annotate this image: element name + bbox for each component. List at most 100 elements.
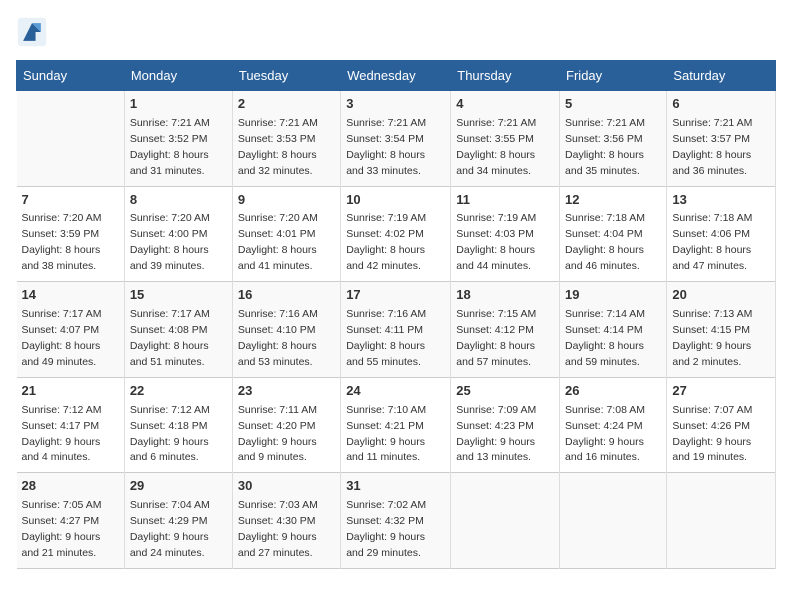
week-row-2: 7Sunrise: 7:20 AMSunset: 3:59 PMDaylight… (17, 186, 776, 282)
day-cell: 22 Sunrise: 7:12 AMSunset: 4:18 PMDayligh… (124, 377, 232, 473)
day-cell: 6 Sunrise: 7:21 AMSunset: 3:57 PMDaylight… (667, 91, 776, 187)
day-cell: 9 Sunrise: 7:20 AMSunset: 4:01 PMDaylight… (232, 186, 340, 282)
day-info: Sunrise: 7:21 AMSunset: 3:54 PMDaylight:… (346, 117, 426, 177)
day-info: Sunrise: 7:11 AMSunset: 4:20 PMDaylight:… (238, 404, 317, 464)
day-cell: 10 Sunrise: 7:19 AMSunset: 4:02 PMDayligh… (341, 186, 451, 282)
day-number: 26 (565, 382, 661, 401)
logo (16, 16, 54, 48)
day-info: Sunrise: 7:17 AMSunset: 4:07 PMDaylight:… (22, 308, 102, 368)
day-number: 19 (565, 286, 661, 305)
day-info: Sunrise: 7:13 AMSunset: 4:15 PMDaylight:… (672, 308, 752, 368)
day-number: 27 (672, 382, 770, 401)
day-info: Sunrise: 7:08 AMSunset: 4:24 PMDaylight:… (565, 404, 645, 464)
day-cell: 14 Sunrise: 7:17 AMSunset: 4:07 PMDayligh… (17, 282, 125, 378)
day-number: 17 (346, 286, 445, 305)
day-cell: 12Sunrise: 7:18 AMSunset: 4:04 PMDayligh… (560, 186, 667, 282)
day-info: Sunrise: 7:20 AMSunset: 4:01 PMDaylight:… (238, 212, 318, 272)
day-info: Sunrise: 7:21 AMSunset: 3:57 PMDaylight:… (672, 117, 752, 177)
day-info: Sunrise: 7:21 AMSunset: 3:55 PMDaylight:… (456, 117, 536, 177)
day-cell: 1 Sunrise: 7:21 AMSunset: 3:52 PMDaylight… (124, 91, 232, 187)
day-cell: 29 Sunrise: 7:04 AMSunset: 4:29 PMDayligh… (124, 473, 232, 569)
week-row-1: 1 Sunrise: 7:21 AMSunset: 3:52 PMDaylight… (17, 91, 776, 187)
day-info: Sunrise: 7:16 AMSunset: 4:11 PMDaylight:… (346, 308, 426, 368)
day-info: Sunrise: 7:17 AMSunset: 4:08 PMDaylight:… (130, 308, 210, 368)
day-number: 31 (346, 477, 445, 496)
day-info: Sunrise: 7:10 AMSunset: 4:21 PMDaylight:… (346, 404, 426, 464)
header-row: SundayMondayTuesdayWednesdayThursdayFrid… (17, 61, 776, 91)
day-cell: 19 Sunrise: 7:14 AMSunset: 4:14 PMDayligh… (560, 282, 667, 378)
day-cell: 18 Sunrise: 7:15 AMSunset: 4:12 PMDayligh… (451, 282, 560, 378)
day-cell: 4 Sunrise: 7:21 AMSunset: 3:55 PMDaylight… (451, 91, 560, 187)
header-day-monday: Monday (124, 61, 232, 91)
day-number: 22 (130, 382, 227, 401)
day-cell: 31 Sunrise: 7:02 AMSunset: 4:32 PMDayligh… (341, 473, 451, 569)
day-info: Sunrise: 7:21 AMSunset: 3:53 PMDaylight:… (238, 117, 318, 177)
header-day-sunday: Sunday (17, 61, 125, 91)
day-cell: 24Sunrise: 7:10 AMSunset: 4:21 PMDayligh… (341, 377, 451, 473)
day-cell: 20 Sunrise: 7:13 AMSunset: 4:15 PMDayligh… (667, 282, 776, 378)
day-number: 5 (565, 95, 661, 114)
header-day-friday: Friday (560, 61, 667, 91)
day-info: Sunrise: 7:18 AMSunset: 4:06 PMDaylight:… (672, 212, 752, 272)
day-number: 8 (130, 191, 227, 210)
day-cell: 15 Sunrise: 7:17 AMSunset: 4:08 PMDayligh… (124, 282, 232, 378)
calendar-table: SundayMondayTuesdayWednesdayThursdayFrid… (16, 60, 776, 569)
day-cell: 23Sunrise: 7:11 AMSunset: 4:20 PMDayligh… (232, 377, 340, 473)
day-info: Sunrise: 7:21 AMSunset: 3:52 PMDaylight:… (130, 117, 210, 177)
day-number: 2 (238, 95, 335, 114)
day-number: 3 (346, 95, 445, 114)
day-number: 30 (238, 477, 335, 496)
day-info: Sunrise: 7:07 AMSunset: 4:26 PMDaylight:… (672, 404, 752, 464)
day-info: Sunrise: 7:18 AMSunset: 4:04 PMDaylight:… (565, 212, 645, 272)
day-cell: 21 Sunrise: 7:12 AMSunset: 4:17 PMDayligh… (17, 377, 125, 473)
day-info: Sunrise: 7:19 AMSunset: 4:03 PMDaylight:… (456, 212, 536, 272)
day-cell: 27 Sunrise: 7:07 AMSunset: 4:26 PMDayligh… (667, 377, 776, 473)
day-info: Sunrise: 7:20 AMSunset: 4:00 PMDaylight:… (130, 212, 210, 272)
header-day-wednesday: Wednesday (341, 61, 451, 91)
day-info: Sunrise: 7:14 AMSunset: 4:14 PMDaylight:… (565, 308, 645, 368)
day-info: Sunrise: 7:02 AMSunset: 4:32 PMDaylight:… (346, 499, 426, 559)
day-number: 11 (456, 191, 554, 210)
day-number: 20 (672, 286, 770, 305)
day-info: Sunrise: 7:12 AMSunset: 4:17 PMDaylight:… (22, 404, 102, 464)
day-info: Sunrise: 7:15 AMSunset: 4:12 PMDaylight:… (456, 308, 536, 368)
day-cell: 16Sunrise: 7:16 AMSunset: 4:10 PMDayligh… (232, 282, 340, 378)
day-number: 1 (130, 95, 227, 114)
day-cell: 5 Sunrise: 7:21 AMSunset: 3:56 PMDaylight… (560, 91, 667, 187)
day-info: Sunrise: 7:21 AMSunset: 3:56 PMDaylight:… (565, 117, 645, 177)
day-cell: 13 Sunrise: 7:18 AMSunset: 4:06 PMDayligh… (667, 186, 776, 282)
day-cell (667, 473, 776, 569)
day-number: 21 (22, 382, 119, 401)
day-number: 15 (130, 286, 227, 305)
day-number: 10 (346, 191, 445, 210)
day-info: Sunrise: 7:09 AMSunset: 4:23 PMDaylight:… (456, 404, 536, 464)
week-row-4: 21 Sunrise: 7:12 AMSunset: 4:17 PMDayligh… (17, 377, 776, 473)
day-number: 29 (130, 477, 227, 496)
day-cell (451, 473, 560, 569)
day-number: 14 (22, 286, 119, 305)
day-cell (560, 473, 667, 569)
day-cell: 26 Sunrise: 7:08 AMSunset: 4:24 PMDayligh… (560, 377, 667, 473)
day-cell: 8 Sunrise: 7:20 AMSunset: 4:00 PMDaylight… (124, 186, 232, 282)
day-cell: 28Sunrise: 7:05 AMSunset: 4:27 PMDayligh… (17, 473, 125, 569)
day-info: Sunrise: 7:20 AMSunset: 3:59 PMDaylight:… (22, 212, 102, 272)
day-number: 9 (238, 191, 335, 210)
day-info: Sunrise: 7:04 AMSunset: 4:29 PMDaylight:… (130, 499, 210, 559)
day-cell: 3 Sunrise: 7:21 AMSunset: 3:54 PMDaylight… (341, 91, 451, 187)
day-number: 16 (238, 286, 335, 305)
week-row-5: 28Sunrise: 7:05 AMSunset: 4:27 PMDayligh… (17, 473, 776, 569)
day-info: Sunrise: 7:19 AMSunset: 4:02 PMDaylight:… (346, 212, 426, 272)
day-info: Sunrise: 7:03 AMSunset: 4:30 PMDaylight:… (238, 499, 318, 559)
day-number: 4 (456, 95, 554, 114)
logo-icon (16, 16, 48, 48)
day-number: 6 (672, 95, 770, 114)
day-number: 18 (456, 286, 554, 305)
day-cell: 2 Sunrise: 7:21 AMSunset: 3:53 PMDaylight… (232, 91, 340, 187)
day-number: 28 (22, 477, 119, 496)
page-header (16, 16, 776, 48)
header-day-saturday: Saturday (667, 61, 776, 91)
day-cell: 17 Sunrise: 7:16 AMSunset: 4:11 PMDayligh… (341, 282, 451, 378)
day-info: Sunrise: 7:12 AMSunset: 4:18 PMDaylight:… (130, 404, 210, 464)
day-cell: 30 Sunrise: 7:03 AMSunset: 4:30 PMDayligh… (232, 473, 340, 569)
day-number: 13 (672, 191, 770, 210)
